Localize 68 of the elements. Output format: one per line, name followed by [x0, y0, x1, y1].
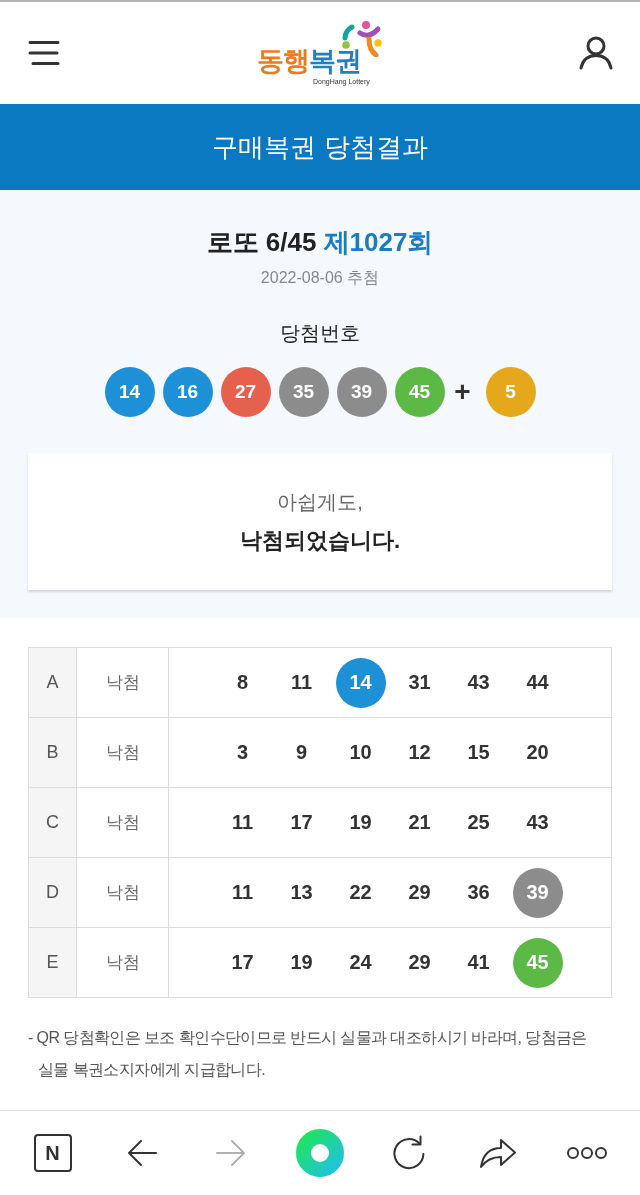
ticket-letter: E [28, 927, 77, 998]
ring-icon [296, 1129, 344, 1177]
back-button[interactable] [126, 1139, 157, 1167]
ticket-number: 17 [289, 810, 314, 835]
left-arrow-icon [126, 1139, 157, 1167]
ticket-number: 25 [466, 810, 491, 835]
number-ball: 16 [162, 367, 213, 417]
ticket-result: 낙첨 [76, 717, 169, 788]
ticket-result: 낙첨 [76, 787, 169, 858]
ticket-letter: A [28, 647, 77, 718]
matched-number-ball: 14 [335, 657, 386, 708]
matched-number-ball: 45 [512, 937, 563, 988]
ticket-number: 44 [525, 670, 550, 695]
share-icon [479, 1137, 518, 1169]
plus-sign: + [453, 377, 472, 407]
person-icon [578, 36, 614, 70]
ticket-number: 12 [407, 740, 432, 765]
ticket-number: 36 [466, 880, 491, 905]
winning-numbers-label: 당첨번호 [279, 321, 361, 346]
ticket-number: 41 [466, 950, 491, 975]
number-ball: 27 [220, 367, 271, 417]
logo-word: 동행 [257, 46, 309, 76]
number-ball: 14 [104, 367, 155, 417]
matched-number-ball: 39 [512, 867, 563, 918]
ticket-number: 43 [525, 810, 550, 835]
ticket-number: 11 [230, 880, 255, 905]
ticket-number: 15 [466, 740, 491, 765]
draw-title: 로또 6/45 제1027회 [205, 226, 435, 258]
page-title: 구매복권 당첨결과 [212, 131, 428, 164]
more-icon [566, 1146, 609, 1160]
ticket-letter: B [28, 717, 77, 788]
ticket-number: 3 [235, 740, 250, 765]
n-button[interactable]: N [33, 1134, 72, 1172]
draw-date: 2022-08-06 추첨 [259, 268, 381, 288]
ticket-number: 19 [348, 810, 373, 835]
result-intro: 아쉽게도, [277, 490, 363, 515]
share-button[interactable] [479, 1137, 518, 1169]
ticket-number: 11 [230, 810, 255, 835]
menu-icon [28, 40, 60, 66]
ticket-number: 17 [230, 950, 255, 975]
number-ball: 45 [394, 367, 445, 417]
ticket-number: 10 [348, 740, 373, 765]
more-button[interactable] [566, 1146, 609, 1160]
logo-word: 복권 [309, 46, 361, 76]
ticket-letter: D [28, 857, 77, 928]
ticket-number: 21 [407, 810, 432, 835]
ticket-result: 낙첨 [76, 647, 169, 718]
number-ball: 35 [278, 367, 329, 417]
bonus-ball: 5 [485, 367, 536, 417]
ticket-number: 20 [525, 740, 550, 765]
ticket-number: 19 [289, 950, 314, 975]
notice-text: - QR 당첨확인은 보조 확인수단이므로 반드시 실물과 대조하시기 바라며, 당첨금은 실물 복권소지자에게 지급합니다. [28, 1028, 588, 1080]
ticket-number: 11 [289, 670, 314, 695]
ticket-result: 낙첨 [76, 857, 169, 928]
ticket-number: 9 [294, 740, 309, 765]
ticket-number: 31 [407, 670, 432, 695]
number-ball: 39 [336, 367, 387, 417]
result-message: 낙첨되었습니다. [239, 527, 401, 555]
right-arrow-icon [215, 1139, 246, 1167]
ticket-letter: C [28, 787, 77, 858]
ticket-number: 22 [348, 880, 373, 905]
ticket-number: 24 [348, 950, 373, 975]
ticket-result: 낙첨 [76, 927, 169, 998]
ticket-number: 43 [466, 670, 491, 695]
ticket-number: 29 [407, 950, 432, 975]
ticket-number: 8 [235, 670, 250, 695]
ticket-number: 13 [289, 880, 314, 905]
ticket-number: 29 [407, 880, 432, 905]
